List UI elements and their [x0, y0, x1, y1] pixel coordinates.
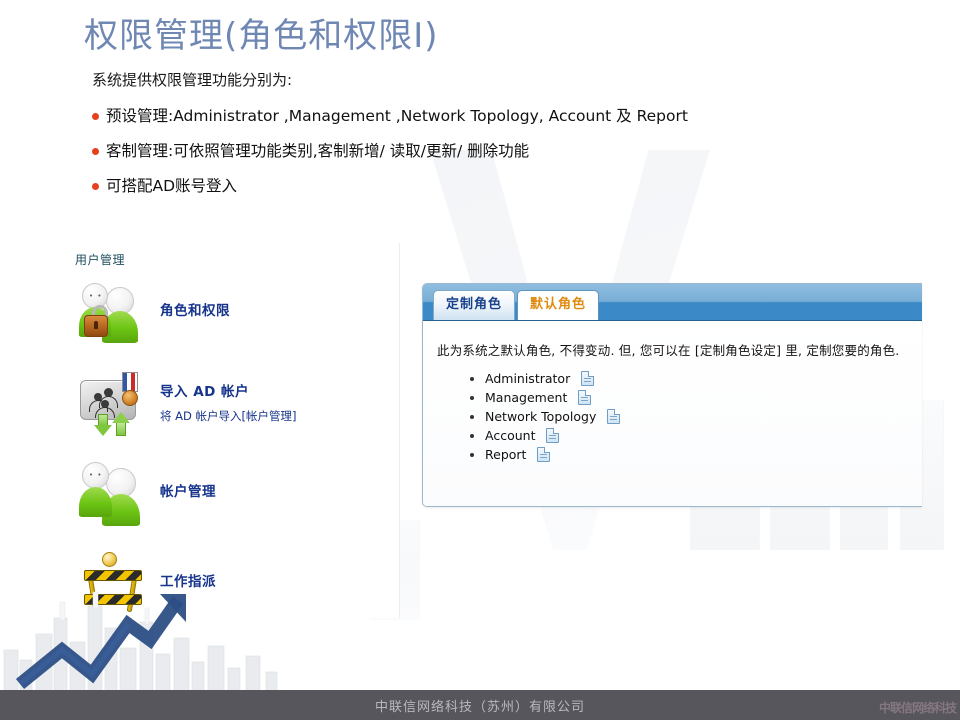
role-name: Management — [485, 390, 568, 405]
bullet-item-1: 预设管理:Administrator ,Management ,Network … — [92, 105, 752, 127]
footer-watermark: 中联信网络科技 — [878, 701, 957, 715]
list-item[interactable]: Report — [467, 445, 620, 464]
bullet-text-2: 客制管理:可依照管理功能类别,客制新增/ 读取/更新/ 删除功能 — [106, 142, 530, 160]
list-item[interactable]: Management — [467, 388, 620, 407]
users-lock-icon: • • — [78, 277, 150, 349]
menu-item-account-management[interactable]: • • 帐户管理 — [78, 458, 398, 534]
lead-text: 系统提供权限管理功能分别为: — [92, 71, 293, 89]
bullet-text-3: 可搭配AD账号登入 — [106, 177, 238, 195]
user-management-heading: 用户管理 — [75, 253, 126, 267]
list-bullet-icon — [470, 453, 474, 457]
menu-label-import-ad: 导入 AD 帐户 — [160, 384, 250, 400]
bullet-dot-icon — [92, 148, 99, 155]
bullet-dot-icon — [92, 113, 99, 120]
list-bullet-icon — [470, 377, 474, 381]
panel-body: 此为系统之默认角色, 不得变动. 但, 您可以在 [定制角色设定] 里, 定制您… — [423, 321, 922, 506]
users-icon: • • — [78, 458, 150, 530]
panel-note-text: 此为系统之默认角色, 不得变动. 但, 您可以在 [定制角色设定] 里, 定制您… — [437, 343, 900, 358]
menu-item-import-ad[interactable]: 导入 AD 帐户 将 AD 帐户导入[帐户管理] — [78, 370, 398, 446]
role-name: Network Topology — [485, 409, 597, 424]
tab-custom-roles[interactable]: 定制角色 — [433, 290, 516, 320]
menu-item-roles-permissions[interactable]: • • 角色和权限 — [78, 277, 398, 353]
bullet-dot-icon — [92, 183, 99, 190]
panel-header-bar: 定制角色 默认角色 — [423, 284, 922, 321]
menu-label-roles-permissions: 角色和权限 — [160, 303, 230, 319]
list-bullet-icon — [470, 415, 474, 419]
role-name: Report — [485, 447, 527, 462]
document-icon[interactable] — [537, 447, 551, 462]
bullet-list: 系统提供权限管理功能分别为: 预设管理:Administrator ,Manag… — [92, 68, 752, 210]
list-item[interactable]: Network Topology — [467, 407, 621, 426]
bullet-item-2: 客制管理:可依照管理功能类别,客制新增/ 读取/更新/ 删除功能 — [92, 140, 752, 162]
tab-default-roles[interactable]: 默认角色 — [517, 290, 600, 320]
footer-bar: 中联信网络科技（苏州）有限公司 中联信网络科技 — [0, 690, 960, 720]
list-item[interactable]: Administrator — [467, 369, 620, 388]
import-ad-icon — [78, 370, 150, 442]
document-icon[interactable] — [578, 390, 592, 405]
role-settings-screenshot: 定制角色 默认角色 此为系统之默认角色, 不得变动. 但, 您可以在 [定制角色… — [422, 283, 922, 507]
bullet-item-3: 可搭配AD账号登入 — [92, 175, 752, 197]
document-icon[interactable] — [607, 409, 621, 424]
footer-company-name: 中联信网络科技（苏州）有限公司 — [374, 700, 585, 715]
menu-label-account-management: 帐户管理 — [160, 484, 216, 500]
document-icon[interactable] — [546, 428, 560, 443]
page-title: 权限管理(角色和权限I) — [84, 16, 439, 56]
default-roles-list: Administrator Management Network Topolog… — [467, 369, 621, 464]
list-bullet-icon — [470, 396, 474, 400]
menu-item-work-assignment[interactable]: 工作指派 — [78, 548, 398, 624]
work-barrier-icon — [78, 548, 150, 620]
bullet-text-1: 预设管理:Administrator ,Management ,Network … — [106, 107, 688, 125]
menu-sublabel-import-ad: 将 AD 帐户导入[帐户管理] — [160, 409, 297, 423]
role-name: Account — [485, 428, 536, 443]
list-item[interactable]: Account — [467, 426, 620, 445]
role-name: Administrator — [485, 371, 571, 386]
user-management-screenshot: 用户管理 • • 角色和权限 导入 AD 帐户 将 AD 帐户导入[帐户管理] … — [70, 243, 400, 618]
menu-label-work-assignment: 工作指派 — [160, 574, 216, 590]
list-bullet-icon — [470, 434, 474, 438]
slide-canvas: 权限管理(角色和权限I) 系统提供权限管理功能分别为: 预设管理:Adminis… — [0, 0, 960, 720]
document-icon[interactable] — [581, 371, 595, 386]
